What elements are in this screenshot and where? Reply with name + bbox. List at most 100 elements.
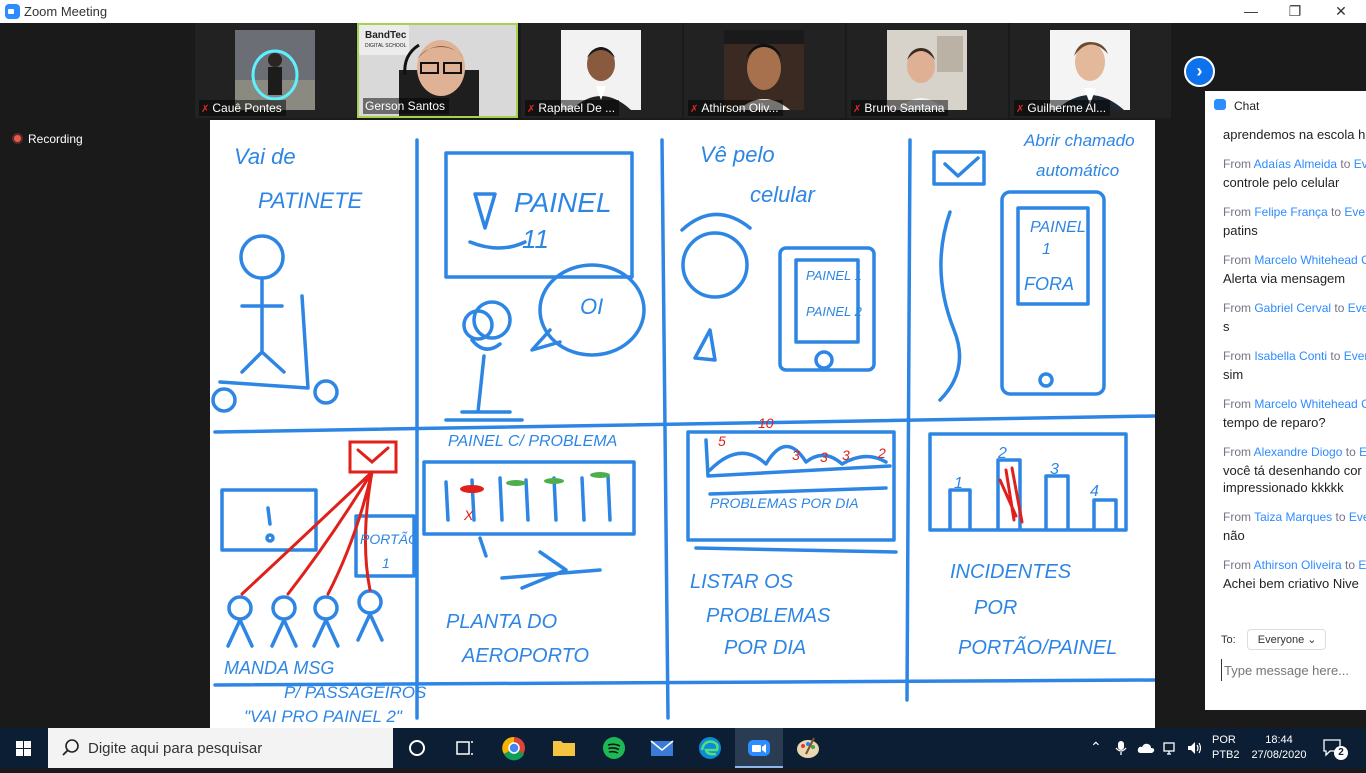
message-recipient[interactable]: Eve <box>1354 157 1366 171</box>
language-indicator[interactable]: POR PTB2 <box>1212 733 1240 763</box>
mail-button[interactable] <box>638 728 686 768</box>
chat-message: From Taiza Marques to Ever não <box>1223 509 1366 544</box>
keyboard-layout: PTB2 <box>1212 749 1240 761</box>
clock[interactable]: 18:44 27/08/2020 <box>1248 733 1310 763</box>
message-sender-line: From Taiza Marques to Ever <box>1223 509 1366 525</box>
sketch-text: PAINEL <box>514 187 612 218</box>
maximize-button[interactable]: ❐ <box>1272 0 1318 23</box>
message-text: você tá desenhando cor impressionado kkk… <box>1223 463 1362 495</box>
sketch-text: POR <box>974 597 1017 619</box>
participant-tile[interactable]: ✗ Raphael De ... <box>521 23 682 118</box>
message-text: patins <box>1223 223 1258 238</box>
zoom-logo-icon <box>5 4 20 19</box>
folder-icon <box>553 741 575 756</box>
chevron-up-icon: ⌃ <box>1090 739 1102 755</box>
network-icon[interactable] <box>1162 740 1178 756</box>
next-page-button[interactable]: › <box>1184 56 1215 87</box>
participant-video <box>561 30 641 110</box>
message-text: s <box>1223 319 1230 334</box>
sketch-text: PROBLEMAS <box>706 605 831 627</box>
minimize-button[interactable]: — <box>1228 0 1274 23</box>
action-center-button[interactable]: 2 <box>1322 738 1352 760</box>
message-recipient[interactable]: Ever <box>1348 301 1366 315</box>
message-sender[interactable]: Taiza Marques <box>1254 510 1332 524</box>
muted-mic-icon: ✗ <box>690 104 699 115</box>
message-sender[interactable]: Adaías Almeida <box>1254 157 1337 171</box>
search-icon <box>62 739 79 756</box>
message-sender[interactable]: Marcelo Whitehead <box>1254 397 1357 411</box>
to-label: To: <box>1221 634 1236 646</box>
message-text: Achei bem criativo Nive <box>1223 576 1359 591</box>
windows-icon <box>16 741 31 756</box>
sketch-text: PROBLEMAS POR DIA <box>710 495 859 511</box>
sketch-text: "VAI PRO PAINEL 2" <box>244 707 403 726</box>
message-sender[interactable]: Athirson Oliveira <box>1254 558 1342 572</box>
message-recipient[interactable]: E <box>1359 445 1366 459</box>
message-recipient[interactable]: C <box>1361 253 1366 267</box>
message-recipient[interactable]: Every <box>1344 349 1366 363</box>
message-sender[interactable]: Marcelo Whitehead <box>1254 253 1357 267</box>
sketch-text: 2 <box>997 445 1007 462</box>
participant-tile[interactable]: ✗ Cauê Pontes <box>195 23 356 118</box>
sketch-text: automático <box>1036 161 1119 180</box>
record-icon <box>12 133 23 144</box>
sketch-text: 3 <box>792 447 800 463</box>
start-button[interactable] <box>0 728 48 768</box>
zoom-icon <box>748 740 770 756</box>
participant-video <box>1050 30 1130 110</box>
paint-button[interactable] <box>784 728 832 768</box>
message-recipient[interactable]: E <box>1358 558 1366 572</box>
show-hidden-icons-button[interactable]: ⌃ <box>1090 739 1102 756</box>
zoom-taskbar-button[interactable] <box>735 728 783 768</box>
chat-title: Chat <box>1234 99 1260 113</box>
sketch-text: 3 <box>1050 461 1059 478</box>
clock-date: 27/08/2020 <box>1251 749 1307 761</box>
muted-mic-icon: ✗ <box>853 104 862 115</box>
message-sender[interactable]: Isabella Conti <box>1254 349 1327 363</box>
message-recipient[interactable]: Ever <box>1349 510 1366 524</box>
microphone-icon[interactable] <box>1114 740 1128 756</box>
chat-message: From Alexandre Diogo to E você tá desenh… <box>1223 444 1366 496</box>
sketch-text: 5 <box>718 433 726 449</box>
cortana-button[interactable] <box>393 728 441 768</box>
participant-tile[interactable]: ✗ Guilherme Al... <box>1010 23 1171 118</box>
sketch-text: Vai de <box>234 144 296 169</box>
participant-tile-active[interactable]: BandTec DIGITAL SCHOOL Gerson Santos <box>357 23 518 118</box>
sketch-text: PAINEL C/ PROBLEMA <box>448 433 617 450</box>
chat-message-input[interactable] <box>1221 659 1366 681</box>
chat-messages[interactable]: aprendemos na escola h From Adaías Almei… <box>1223 124 1366 605</box>
file-explorer-button[interactable] <box>540 728 588 768</box>
search-placeholder: Digite aqui para pesquisar <box>88 740 263 757</box>
sketch-text: PORTÃO/PAINEL <box>958 635 1117 659</box>
edge-button[interactable] <box>686 728 734 768</box>
recording-indicator[interactable]: Recording <box>12 132 83 146</box>
sketch-text: POR DIA <box>724 637 806 659</box>
message-sender[interactable]: Gabriel Cerval <box>1254 301 1331 315</box>
close-button[interactable]: ✕ <box>1318 0 1364 23</box>
volume-icon[interactable] <box>1186 740 1204 756</box>
message-text: não <box>1223 528 1245 543</box>
message-sender[interactable]: Felipe França <box>1254 205 1327 219</box>
cortana-icon <box>409 740 425 756</box>
message-recipient[interactable]: Every <box>1344 205 1366 219</box>
taskbar-search[interactable]: Digite aqui para pesquisar <box>48 728 393 768</box>
participant-tile[interactable]: ✗ Bruno Santana <box>847 23 1008 118</box>
message-text: controle pelo celular <box>1223 175 1340 190</box>
chrome-taskbar-button[interactable] <box>490 728 538 768</box>
clock-time: 18:44 <box>1265 734 1293 746</box>
message-sender[interactable]: Alexandre Diogo <box>1254 445 1343 459</box>
recipient-bar: To: Everyone ⌄ <box>1221 629 1326 650</box>
message-sender-line: From Felipe França to Every <box>1223 204 1366 220</box>
sketch-text: 10 <box>758 415 774 431</box>
shared-whiteboard: Vai de PATINETE PAINEL 11 OI Vê pelo cel… <box>210 120 1155 728</box>
onedrive-icon[interactable] <box>1137 742 1155 754</box>
recipient-select[interactable]: Everyone ⌄ <box>1246 629 1326 650</box>
task-view-button[interactable] <box>441 728 489 768</box>
message-recipient[interactable]: C <box>1361 397 1366 411</box>
spotify-button[interactable] <box>590 728 638 768</box>
message-sender-line: From Adaías Almeida to Eve <box>1223 156 1366 172</box>
participant-tile[interactable]: ✗ Athirson Oliv... <box>684 23 845 118</box>
sketch-text: 2 <box>877 445 886 461</box>
sketch-text: Abrir chamado <box>1023 131 1135 150</box>
sketch-text: MANDA MSG <box>224 658 334 678</box>
